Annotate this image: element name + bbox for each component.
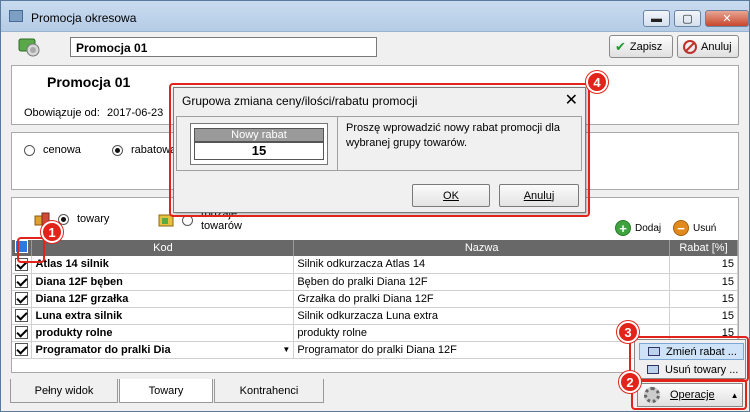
cancel-label: Anuluj bbox=[701, 40, 732, 53]
promotion-name-field[interactable]: Promocja 01 bbox=[70, 37, 377, 57]
plus-icon: + bbox=[615, 220, 631, 236]
row-code[interactable]: produkty rolne bbox=[31, 324, 295, 342]
app-icon bbox=[9, 10, 23, 22]
row-name[interactable]: produkty rolne bbox=[293, 324, 671, 342]
annotation-badge-3: 3 bbox=[617, 321, 639, 343]
cancel-icon bbox=[683, 39, 697, 54]
annotation-frame-2 bbox=[631, 379, 747, 410]
row-name[interactable]: Programator do pralki Diana 12F bbox=[293, 341, 671, 359]
tab-goods-bottom[interactable]: Towary bbox=[119, 379, 213, 403]
row-checkbox[interactable] bbox=[15, 326, 28, 339]
column-name[interactable]: Nazwa bbox=[293, 240, 671, 256]
row-checkbox-cell[interactable] bbox=[12, 341, 33, 359]
remove-button[interactable]: − Usuń bbox=[673, 220, 716, 236]
row-code-cell[interactable]: Programator do pralki Dia ▼ bbox=[31, 341, 295, 359]
annotation-badge-4: 4 bbox=[586, 71, 608, 93]
radio-discount[interactable] bbox=[112, 144, 123, 156]
annotation-frame-4 bbox=[169, 83, 590, 217]
close-button[interactable]: ✕ bbox=[705, 10, 749, 27]
annotation-badge-1: 1 bbox=[41, 221, 63, 243]
toolbar: Promocja 01 ✔ Zapisz Anuluj bbox=[1, 32, 749, 62]
tab-contractors[interactable]: Kontrahenci bbox=[214, 379, 324, 403]
add-label: Dodaj bbox=[635, 222, 662, 234]
annotation-badge-2: 2 bbox=[619, 371, 641, 393]
add-button[interactable]: + Dodaj bbox=[615, 220, 661, 236]
radio-goods[interactable] bbox=[58, 213, 69, 225]
minus-icon: − bbox=[673, 220, 689, 236]
row-code: Programator do pralki Dia bbox=[35, 343, 171, 356]
row-checkbox[interactable] bbox=[15, 275, 28, 288]
minimize-button[interactable]: ▬ bbox=[643, 10, 670, 27]
row-name[interactable]: Bęben do pralki Diana 12F bbox=[293, 273, 671, 291]
title-bar[interactable]: Promocja okresowa ▬ ▢ ✕ bbox=[1, 1, 749, 32]
annotation-frame-1 bbox=[17, 237, 45, 263]
save-label: Zapisz bbox=[629, 40, 663, 53]
window-title: Promocja okresowa bbox=[31, 11, 137, 25]
row-code[interactable]: Luna extra silnik bbox=[31, 307, 295, 325]
row-checkbox-cell[interactable] bbox=[12, 324, 33, 342]
row-checkbox-cell[interactable] bbox=[12, 273, 33, 291]
type-option-price-label: cenowa bbox=[43, 144, 81, 156]
tab-full-view[interactable]: Pełny widok bbox=[10, 379, 118, 403]
table-row[interactable]: Atlas 14 silnik Silnik odkurzacza Atlas … bbox=[12, 256, 738, 274]
promotion-icon bbox=[18, 38, 40, 57]
save-button[interactable]: ✔ Zapisz bbox=[609, 35, 673, 58]
row-checkbox-cell[interactable] bbox=[12, 307, 33, 325]
valid-from-label: Obowiązuje od: bbox=[24, 107, 100, 119]
type-option-discount[interactable]: rabatowa bbox=[112, 144, 176, 156]
row-checkbox[interactable] bbox=[15, 343, 28, 356]
row-name[interactable]: Grzałka do pralki Diana 12F bbox=[293, 290, 671, 308]
promotion-window: Promocja okresowa ▬ ▢ ✕ Promocja 01 ✔ Za… bbox=[0, 0, 750, 412]
remove-label: Usuń bbox=[693, 222, 717, 234]
row-checkbox[interactable] bbox=[15, 292, 28, 305]
tab-goods-label: towary bbox=[77, 213, 110, 225]
type-option-price[interactable]: cenowa bbox=[24, 144, 81, 156]
maximize-button[interactable]: ▢ bbox=[674, 10, 701, 27]
row-name[interactable]: Silnik odkurzacza Atlas 14 bbox=[293, 256, 671, 274]
annotation-frame-3 bbox=[629, 336, 749, 382]
dropdown-arrow-icon[interactable]: ▼ bbox=[282, 345, 290, 354]
row-discount[interactable]: 15 bbox=[669, 307, 738, 325]
row-checkbox-cell[interactable] bbox=[12, 290, 33, 308]
row-name[interactable]: Silnik odkurzacza Luna extra bbox=[293, 307, 671, 325]
row-discount[interactable]: 15 bbox=[669, 290, 738, 308]
row-code[interactable]: Atlas 14 silnik bbox=[31, 256, 295, 274]
promotion-title: Promocja 01 bbox=[47, 74, 131, 90]
column-discount[interactable]: Rabat [%] bbox=[669, 240, 738, 256]
radio-price[interactable] bbox=[24, 144, 35, 156]
column-code[interactable]: Kod bbox=[31, 240, 295, 256]
goods-table-header: Kod Nazwa Rabat [%] bbox=[12, 240, 738, 256]
row-checkbox[interactable] bbox=[15, 309, 28, 322]
row-code[interactable]: Diana 12F grzałka bbox=[31, 290, 295, 308]
row-code[interactable]: Diana 12F bęben bbox=[31, 273, 295, 291]
check-icon: ✔ bbox=[615, 38, 626, 54]
valid-from-value[interactable]: 2017-06-23 bbox=[107, 107, 163, 119]
table-row[interactable]: Diana 12F bęben Bęben do pralki Diana 12… bbox=[12, 273, 738, 291]
table-row[interactable]: Diana 12F grzałka Grzałka do pralki Dian… bbox=[12, 290, 738, 308]
row-discount[interactable]: 15 bbox=[669, 273, 738, 291]
cancel-button[interactable]: Anuluj bbox=[677, 35, 739, 58]
row-discount[interactable]: 15 bbox=[669, 256, 738, 274]
